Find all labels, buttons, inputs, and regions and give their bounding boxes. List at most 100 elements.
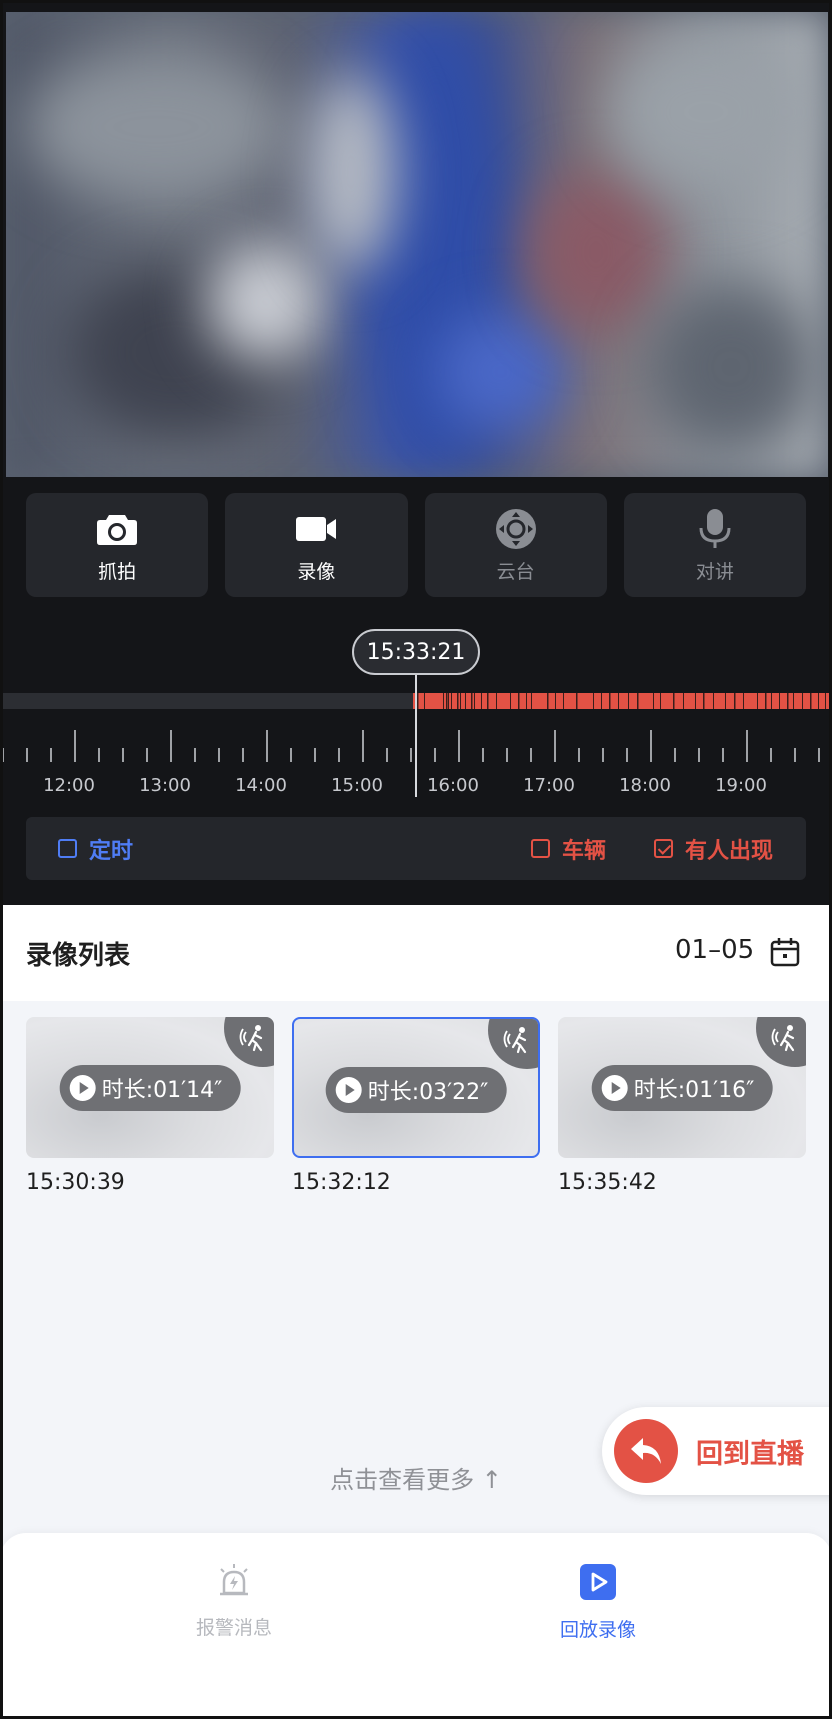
duration-text: 时长:01′14″ bbox=[101, 1078, 223, 1103]
timeline-tick-label: 15:00 bbox=[331, 775, 383, 796]
nav-playback-label: 回放录像 bbox=[559, 1619, 636, 1641]
timeline-tick-label: 19:00 bbox=[715, 775, 767, 796]
timeline-tick-label: 12:00 bbox=[43, 775, 95, 796]
recorded-gap bbox=[628, 693, 629, 709]
duration-pill: 时长:03′22″ bbox=[325, 1067, 507, 1113]
recorded-gap bbox=[673, 693, 675, 709]
video-preview[interactable] bbox=[6, 12, 828, 477]
recorded-gap bbox=[526, 693, 527, 709]
recorded-gap bbox=[802, 693, 803, 709]
timed-checkbox[interactable] bbox=[58, 839, 77, 858]
bottom-nav: 报警消息 回放录像 bbox=[0, 1533, 832, 1719]
timeline-tick-label: 14:00 bbox=[235, 775, 287, 796]
motion-person-icon bbox=[503, 1025, 533, 1059]
duration-text: 时长:03′22″ bbox=[367, 1080, 489, 1105]
filter-vehicle-label: 车辆 bbox=[562, 838, 607, 864]
recorded-gap bbox=[725, 693, 726, 709]
filter-vehicle[interactable]: 车辆 bbox=[531, 817, 606, 880]
play-icon bbox=[69, 1075, 96, 1101]
recorded-gap bbox=[443, 693, 444, 709]
recorded-gap bbox=[779, 693, 780, 709]
recorded-gap bbox=[547, 693, 549, 709]
clip-time: 15:30:39 bbox=[26, 1170, 125, 1195]
play-icon bbox=[335, 1077, 362, 1103]
nav-alarm-label: 报警消息 bbox=[195, 1617, 272, 1639]
recorded-gap bbox=[653, 693, 654, 709]
microphone-icon bbox=[698, 507, 732, 551]
recorded-gap bbox=[637, 693, 639, 709]
clip-time: 15:32:12 bbox=[292, 1170, 391, 1195]
event-filter-bar: 定时 车辆 有人出现 bbox=[26, 817, 806, 880]
recorded-gap bbox=[481, 693, 482, 709]
control-buttons: 抓拍 录像 云台 对讲 bbox=[26, 493, 806, 597]
recorded-gap bbox=[518, 693, 520, 709]
motion-person-icon bbox=[771, 1023, 801, 1057]
recorded-gap bbox=[451, 693, 452, 709]
record-label: 录像 bbox=[297, 560, 336, 583]
camera-icon bbox=[96, 507, 138, 551]
duration-pill: 时长:01′16″ bbox=[591, 1065, 773, 1111]
recorded-gap bbox=[531, 693, 532, 709]
recorded-segments-bar[interactable] bbox=[413, 693, 832, 709]
record-button[interactable]: 录像 bbox=[225, 493, 408, 597]
recorded-gap bbox=[487, 693, 489, 709]
ptz-button[interactable]: 云台 bbox=[424, 493, 607, 597]
clip-card[interactable]: 时长:01′14″ bbox=[26, 1017, 274, 1158]
return-arrow-icon bbox=[614, 1419, 678, 1483]
nav-playback[interactable]: 回放录像 bbox=[498, 1563, 698, 1642]
timeline-tick-label: 17:00 bbox=[523, 775, 575, 796]
duration-pill: 时长:01′14″ bbox=[59, 1065, 241, 1111]
vehicle-checkbox[interactable] bbox=[531, 839, 550, 858]
back-to-live-button[interactable]: 回到直播 bbox=[602, 1407, 832, 1495]
recorded-gap bbox=[660, 693, 661, 709]
recorded-gap bbox=[771, 693, 772, 709]
list-title: 录像列表 bbox=[26, 941, 131, 971]
recorded-gap bbox=[734, 693, 736, 709]
filter-person[interactable]: 有人出现 bbox=[654, 817, 773, 880]
recorded-gap bbox=[609, 693, 611, 709]
filter-timed-label: 定时 bbox=[89, 838, 134, 864]
recorded-gap bbox=[471, 693, 473, 709]
timeline-tick-label: 13:00 bbox=[139, 775, 191, 796]
recorded-segment bbox=[413, 693, 832, 709]
player-panel: 抓拍 录像 云台 对讲 15:33:21 12:00 13:00 14:00 1… bbox=[0, 0, 832, 905]
nav-alarm-messages[interactable]: 报警消息 bbox=[134, 1563, 334, 1640]
clip-card-selected[interactable]: 时长:03′22″ bbox=[292, 1017, 540, 1158]
ptz-label: 云台 bbox=[496, 560, 535, 583]
recorded-gap bbox=[448, 693, 449, 709]
recorded-gap bbox=[496, 693, 497, 709]
talk-button[interactable]: 对讲 bbox=[623, 493, 806, 597]
recorded-gap bbox=[810, 693, 812, 709]
back-to-live-label: 回到直播 bbox=[696, 1438, 804, 1470]
recorded-gap bbox=[713, 693, 714, 709]
timeline-cursor[interactable] bbox=[415, 675, 417, 797]
calendar-icon[interactable] bbox=[770, 937, 800, 971]
current-time-bubble: 15:33:21 bbox=[352, 629, 480, 675]
recorded-gap bbox=[510, 693, 511, 709]
recorded-gap bbox=[576, 693, 578, 709]
date-selector[interactable]: 01–05 bbox=[675, 935, 754, 965]
snapshot-button[interactable]: 抓拍 bbox=[26, 493, 209, 597]
recorded-gap bbox=[703, 693, 705, 709]
filter-person-label: 有人出现 bbox=[685, 838, 774, 864]
filter-timed[interactable]: 定时 bbox=[58, 817, 133, 880]
alarm-siren-icon bbox=[216, 1563, 252, 1603]
motion-person-icon bbox=[239, 1023, 269, 1057]
recorded-gap bbox=[825, 693, 826, 709]
recorded-gap bbox=[818, 693, 819, 709]
recorded-gap bbox=[618, 693, 619, 709]
talk-label: 对讲 bbox=[695, 560, 734, 583]
video-camera-icon bbox=[295, 507, 337, 551]
duration-text: 时长:01′16″ bbox=[633, 1078, 755, 1103]
clip-time: 15:35:42 bbox=[558, 1170, 657, 1195]
recorded-gap bbox=[465, 693, 466, 709]
recorded-gap bbox=[417, 693, 419, 709]
recorded-gap bbox=[424, 693, 425, 709]
recorded-gap bbox=[765, 693, 767, 709]
recorded-gap bbox=[695, 693, 696, 709]
playback-icon bbox=[579, 1563, 617, 1605]
recorded-gap bbox=[757, 693, 758, 709]
recording-list-header: 录像列表 01–05 bbox=[0, 905, 832, 1001]
clip-card[interactable]: 时长:01′16″ bbox=[558, 1017, 806, 1158]
person-checkbox[interactable] bbox=[654, 839, 673, 858]
